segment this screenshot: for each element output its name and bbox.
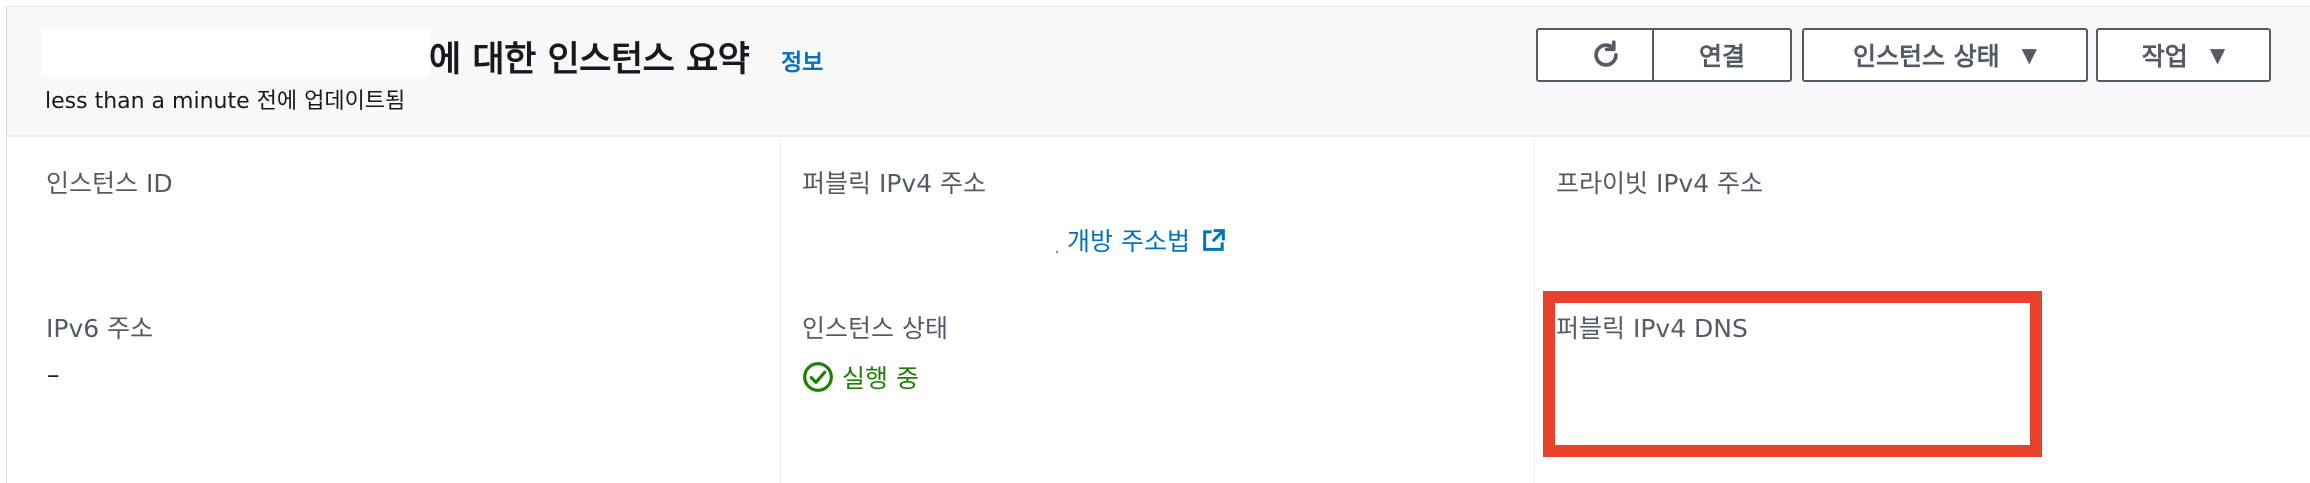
instance-id-label: 인스턴스 ID xyxy=(46,169,173,198)
private-ipv4-label: 프라이빗 IPv4 주소 xyxy=(1556,169,1764,198)
redacted-value-dot xyxy=(1056,251,1058,253)
instance-summary-panel: 에 대한 인스턴스 요약 정보 less than a minute 전에 업데… xyxy=(6,6,2310,483)
instance-state-value: 실행 중 xyxy=(842,364,919,393)
public-ipv4-open-address-link[interactable]: 개방 주소법 xyxy=(1067,222,1228,258)
ipv6-value: – xyxy=(47,360,60,389)
actions-label: 작업 xyxy=(2141,42,2188,71)
refresh-icon xyxy=(1594,40,1618,67)
public-ipv4-link-text: 개방 주소법 xyxy=(1067,227,1190,256)
public-ipv4-label: 퍼블릭 IPv4 주소 xyxy=(802,169,987,198)
column-divider xyxy=(780,139,781,483)
caret-down-icon: ▼ xyxy=(2209,43,2226,67)
check-circle-icon xyxy=(803,362,833,392)
summary-header: 에 대한 인스턴스 요약 정보 less than a minute 전에 업데… xyxy=(7,7,2310,137)
column-divider xyxy=(1534,139,1535,483)
redacted-instance-name xyxy=(41,29,429,77)
annotation-highlight-box xyxy=(1543,291,2042,457)
instance-state-status: 실행 중 xyxy=(802,359,919,395)
instance-state-field-label: 인스턴스 상태 xyxy=(802,314,948,343)
ipv6-label: IPv6 주소 xyxy=(46,314,154,343)
external-link-icon xyxy=(1203,229,1225,251)
info-link[interactable]: 정보 xyxy=(781,43,823,77)
caret-down-icon: ▼ xyxy=(2021,43,2038,67)
connect-button[interactable]: 연결 xyxy=(1652,28,1792,82)
instance-state-dropdown[interactable]: 인스턴스 상태 ▼ xyxy=(1802,28,2088,82)
actions-dropdown[interactable]: 작업 ▼ xyxy=(2096,28,2271,82)
page-title: 에 대한 인스턴스 요약 xyxy=(429,40,750,80)
instance-state-label: 인스턴스 상태 xyxy=(1852,42,2000,71)
connect-label: 연결 xyxy=(1698,42,1745,71)
last-updated-text: less than a minute 전에 업데이트됨 xyxy=(45,89,406,114)
